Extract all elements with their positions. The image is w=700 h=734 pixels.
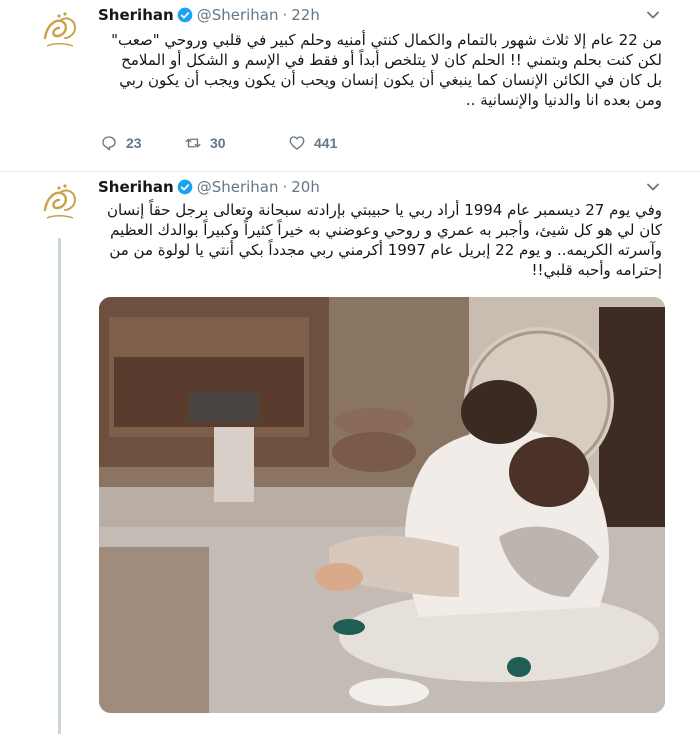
tweet-time[interactable]: 22h <box>291 6 320 24</box>
tweet-photo[interactable] <box>99 297 665 713</box>
thread-line <box>58 238 61 734</box>
avatar[interactable] <box>33 178 87 232</box>
reply-button[interactable]: 23 <box>100 134 184 152</box>
avatar-logo-icon <box>43 184 77 219</box>
tweet-header: Sherihan @Sherihan · 22h <box>98 4 320 26</box>
avatar[interactable] <box>33 6 87 60</box>
reply-icon <box>102 136 116 151</box>
photo-image <box>99 297 665 713</box>
tweet-time[interactable]: 20h <box>291 178 320 196</box>
like-button[interactable]: 441 <box>288 134 388 152</box>
retweet-button[interactable]: 30 <box>184 134 288 152</box>
tweet-text-line: وفي يوم 27 ديسمبر عام 1994 أراد ربي يا ح… <box>106 201 662 219</box>
like-count: 441 <box>314 135 338 151</box>
tweet-text-line: إحترامه وأحبه قلبي!! <box>531 261 662 279</box>
retweet-icon <box>185 138 201 148</box>
caret-down-icon <box>647 11 659 19</box>
author-name[interactable]: Sherihan <box>98 178 174 196</box>
reply-count: 23 <box>126 135 142 151</box>
tweet-text-line: كان لي هو كل شيئ، وأجبر به عمري و روحي و… <box>110 221 662 239</box>
tweet-text: من 22 عام إلا ثلاث شهور بالتمام والكمال … <box>96 30 662 110</box>
tweet-header: Sherihan @Sherihan · 20h <box>98 176 320 198</box>
separator-dot: · <box>282 6 288 24</box>
author-name[interactable]: Sherihan <box>98 6 174 24</box>
caret-down-icon <box>647 183 659 191</box>
like-icon <box>289 136 305 150</box>
retweet-count: 30 <box>210 135 226 151</box>
tweet-menu-button[interactable] <box>646 180 660 194</box>
tweet-text-line: ومن بعده انا والدنيا والإنسانية .. <box>465 91 662 109</box>
tweet-text-line: بل كان في الكائن الإنسان كما ينبغي أن يك… <box>119 71 662 89</box>
verified-badge-icon <box>177 179 193 195</box>
avatar-logo-icon <box>43 12 77 47</box>
tweet-text: وفي يوم 27 ديسمبر عام 1994 أراد ربي يا ح… <box>96 200 662 280</box>
tweet-2[interactable]: Sherihan @Sherihan · 20h وفي يوم 27 ديسم… <box>0 172 700 734</box>
separator-dot: · <box>282 178 288 196</box>
author-handle[interactable]: @Sherihan <box>197 178 279 196</box>
tweet-1[interactable]: Sherihan @Sherihan · 22h من 22 عام إلا ث… <box>0 0 700 172</box>
tweet-actions: 23 30 441 <box>100 132 388 154</box>
tweet-text-line: لكن كنت بحلم وبتمني !! الحلم كان لا يتلخ… <box>121 51 662 69</box>
tweet-text-line: وآسرته الكريمه.. و يوم 22 إبريل عام 1997… <box>109 241 662 259</box>
tweet-text-line: من 22 عام إلا ثلاث شهور بالتمام والكمال … <box>111 31 662 49</box>
tweet-menu-button[interactable] <box>646 8 660 22</box>
verified-badge-icon <box>177 7 193 23</box>
author-handle[interactable]: @Sherihan <box>197 6 279 24</box>
